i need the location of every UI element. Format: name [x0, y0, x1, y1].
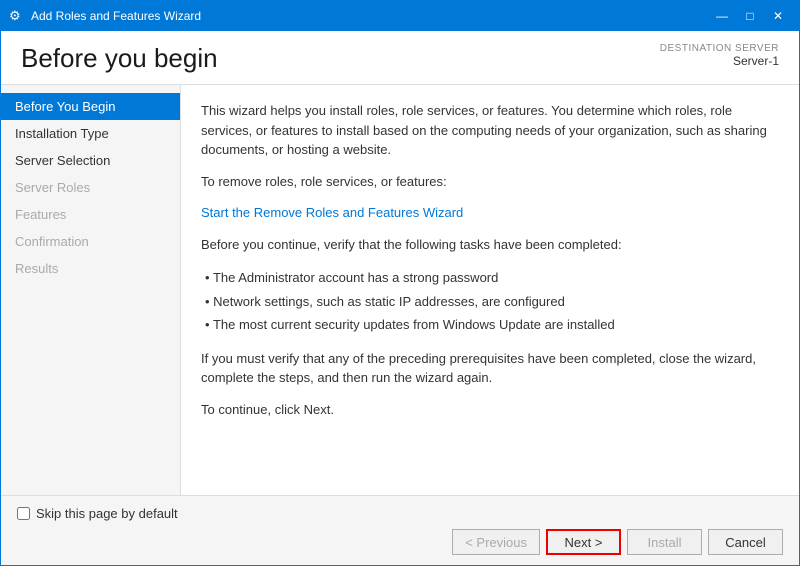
- app-icon: ⚙: [9, 8, 25, 24]
- list-item: Network settings, such as static IP addr…: [205, 290, 779, 314]
- skip-checkbox-row: Skip this page by default: [17, 506, 783, 521]
- remove-roles-link[interactable]: Start the Remove Roles and Features Wiza…: [201, 205, 463, 220]
- destination-label: DESTINATION SERVER: [660, 43, 779, 54]
- wizard-window: ⚙ Add Roles and Features Wizard — □ ✕ Be…: [0, 0, 800, 566]
- sidebar-item-features: Features: [1, 201, 180, 228]
- prerequisites-list: The Administrator account has a strong p…: [201, 266, 779, 337]
- sidebar-item-before-you-begin[interactable]: Before You Begin: [1, 93, 180, 120]
- content-paragraph-1: This wizard helps you install roles, rol…: [201, 101, 779, 160]
- title-bar: ⚙ Add Roles and Features Wizard — □ ✕: [1, 1, 799, 31]
- sidebar-item-confirmation: Confirmation: [1, 228, 180, 255]
- sidebar-item-server-roles: Server Roles: [1, 174, 180, 201]
- sidebar-item-installation-type[interactable]: Installation Type: [1, 120, 180, 147]
- list-item: The most current security updates from W…: [205, 313, 779, 337]
- content-paragraph-3: Before you continue, verify that the fol…: [201, 235, 779, 255]
- content-paragraph-5: To continue, click Next.: [201, 400, 779, 420]
- page-title: Before you begin: [21, 43, 218, 74]
- sidebar-item-results: Results: [1, 255, 180, 282]
- header-area: Before you begin DESTINATION SERVER Serv…: [1, 31, 799, 85]
- footer: Skip this page by default < Previous Nex…: [1, 495, 799, 565]
- install-button[interactable]: Install: [627, 529, 702, 555]
- content-paragraph-4: If you must verify that any of the prece…: [201, 349, 779, 388]
- sidebar-item-server-selection[interactable]: Server Selection: [1, 147, 180, 174]
- content-paragraph-2: To remove roles, role services, or featu…: [201, 172, 779, 192]
- title-bar-left: ⚙ Add Roles and Features Wizard: [9, 8, 201, 24]
- window-controls: — □ ✕: [709, 6, 791, 26]
- sidebar: Before You Begin Installation Type Serve…: [1, 85, 181, 495]
- skip-checkbox[interactable]: [17, 507, 30, 520]
- cancel-button[interactable]: Cancel: [708, 529, 783, 555]
- main-content: Before You Begin Installation Type Serve…: [1, 85, 799, 495]
- next-button[interactable]: Next >: [546, 529, 621, 555]
- button-row: < Previous Next > Install Cancel: [17, 529, 783, 555]
- list-item: The Administrator account has a strong p…: [205, 266, 779, 290]
- maximize-button[interactable]: □: [737, 6, 763, 26]
- destination-server: DESTINATION SERVER Server-1: [660, 43, 779, 68]
- destination-value: Server-1: [660, 54, 779, 68]
- skip-checkbox-label[interactable]: Skip this page by default: [36, 506, 178, 521]
- window-title: Add Roles and Features Wizard: [31, 9, 201, 23]
- content-area: This wizard helps you install roles, rol…: [181, 85, 799, 495]
- close-button[interactable]: ✕: [765, 6, 791, 26]
- minimize-button[interactable]: —: [709, 6, 735, 26]
- previous-button[interactable]: < Previous: [452, 529, 540, 555]
